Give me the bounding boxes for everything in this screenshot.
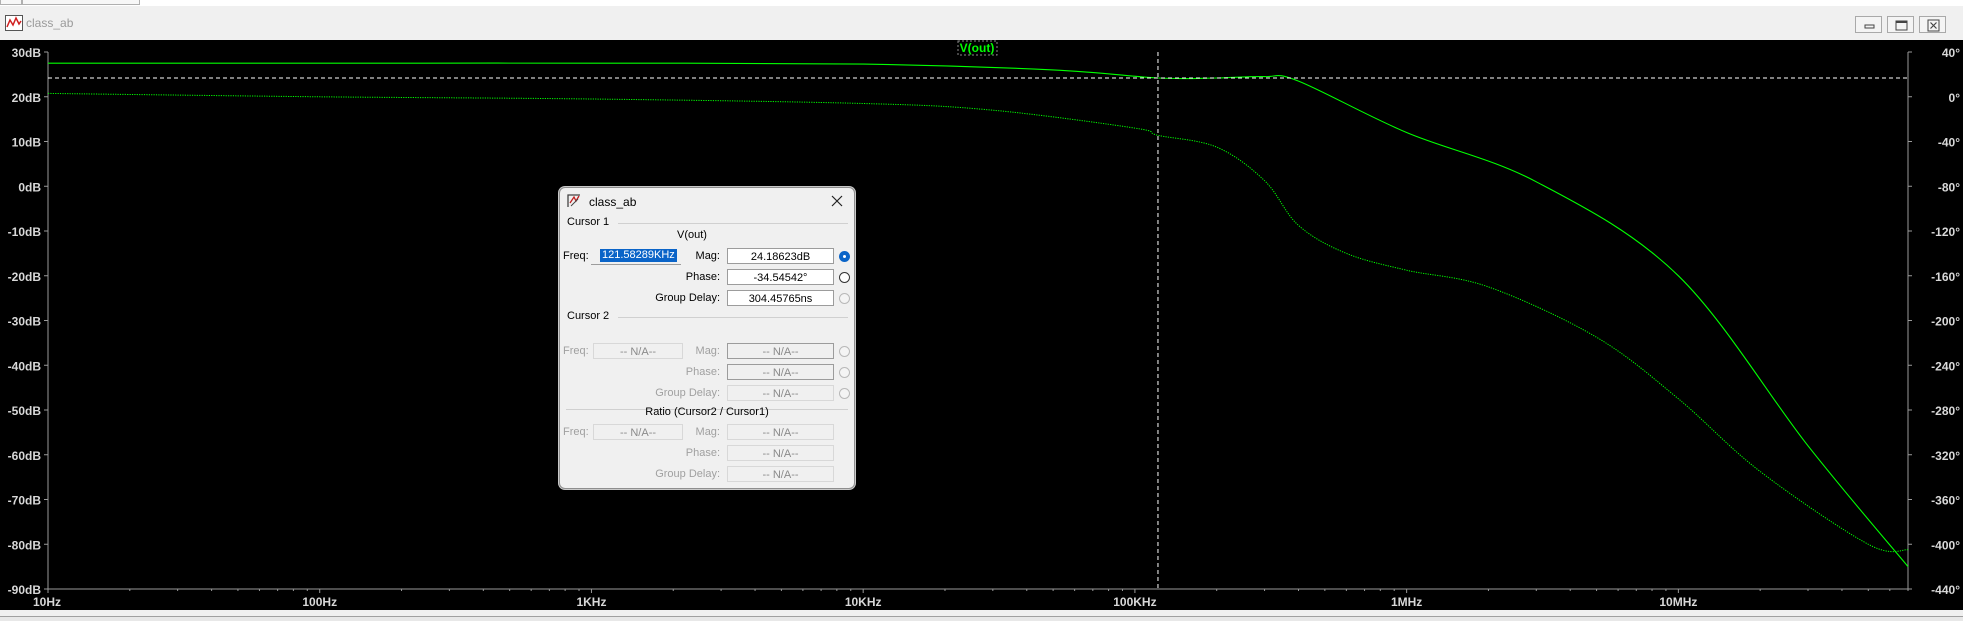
toolbar-tab[interactable]: [0, 0, 22, 5]
y2-tick-label: -160°: [1931, 270, 1960, 284]
cursor2-mag-value: -- N/A--: [727, 343, 834, 359]
y2-tick-label: 0°: [1949, 91, 1961, 105]
y-tick-label: 10dB: [12, 136, 42, 150]
cursor1-trace-name: V(out): [677, 229, 707, 241]
freq-label: Freq:: [563, 345, 589, 357]
x-tick-label: 10Hz: [33, 595, 61, 609]
cursor2-phase-radio[interactable]: [839, 367, 850, 378]
cursor1-mag-value[interactable]: 24.18623dB: [727, 248, 834, 264]
cursor1-gd-value[interactable]: 304.45765ns: [727, 290, 834, 306]
mag-label: Mag:: [695, 250, 720, 262]
x-tick-label: 1KHz: [576, 595, 606, 609]
y-tick-label: -40dB: [8, 359, 42, 373]
cursor2-freq-value: -- N/A--: [593, 343, 683, 359]
cursor2-gd-radio[interactable]: [839, 388, 850, 399]
window-bottom-border: [0, 616, 1963, 621]
ratio-mag-value: -- N/A--: [727, 424, 834, 440]
mag-label: Mag:: [695, 426, 720, 438]
x-tick-label: 10KHz: [845, 595, 882, 609]
y2-tick-label: -320°: [1931, 449, 1960, 463]
y2-tick-label: -80°: [1938, 180, 1960, 194]
freq-label: Freq:: [563, 250, 589, 262]
phase-label: Phase:: [685, 271, 720, 283]
y-tick-label: -80dB: [8, 538, 42, 552]
x-tick-label: 100KHz: [1113, 595, 1156, 609]
y2-tick-label: -400°: [1931, 538, 1960, 552]
y2-tick-label: -240°: [1931, 359, 1960, 373]
maximize-button[interactable]: [1887, 16, 1914, 33]
toolbar-tab[interactable]: [22, 0, 140, 5]
y2-tick-label: -120°: [1931, 225, 1960, 239]
cursor1-mag-radio[interactable]: [839, 251, 850, 262]
close-icon[interactable]: [828, 192, 846, 210]
divider: [618, 317, 848, 318]
cursor1-gd-radio[interactable]: [839, 293, 850, 304]
cursor-dialog[interactable]: class_ab Cursor 1 V(out) Freq: 121.58289…: [559, 187, 855, 489]
cursor1-phase-value[interactable]: -34.54542°: [727, 269, 834, 285]
y2-tick-label: 40°: [1942, 46, 1960, 60]
plot-area[interactable]: 30dB 20dB 10dB 0dB -10dB -20dB -30dB -40dB -50dB…: [0, 40, 1963, 610]
divider: [618, 223, 848, 224]
ratio-gd-value: -- N/A--: [727, 466, 834, 482]
freq-label: Freq:: [563, 426, 589, 438]
dialog-title: class_ab: [589, 195, 637, 209]
y2-tick-label: -200°: [1931, 315, 1960, 329]
ratio-phase-value: -- N/A--: [727, 445, 834, 461]
bode-plot[interactable]: 30dB 20dB 10dB 0dB -10dB -20dB -30dB -40dB -50dB…: [0, 40, 1963, 610]
minimize-icon: [1864, 24, 1875, 29]
cursor-probe-icon: [567, 194, 580, 207]
y-tick-label: 0dB: [18, 180, 41, 194]
y-tick-label: -30dB: [8, 315, 42, 329]
y2-tick-label: -280°: [1931, 404, 1960, 418]
cursor1-phase-radio[interactable]: [839, 272, 850, 283]
y2-tick-label: -360°: [1931, 494, 1960, 508]
group-delay-label: Group Delay:: [655, 292, 720, 304]
x-tick-label: 10MHz: [1659, 595, 1697, 609]
x-tick-label: 100Hz: [302, 595, 337, 609]
phase-label: Phase:: [685, 366, 720, 378]
close-icon: [1927, 19, 1940, 32]
group-delay-label: Group Delay:: [655, 468, 720, 480]
cursor2-heading: Cursor 2: [567, 310, 610, 322]
y-tick-label: 20dB: [12, 91, 42, 105]
y-tick-label: -50dB: [8, 404, 42, 418]
trace-label[interactable]: V(out): [960, 41, 995, 55]
phase-label: Phase:: [685, 447, 720, 459]
y-tick-label: -70dB: [8, 494, 42, 508]
waveform-app-icon: [5, 15, 23, 31]
x-tick-label: 1MHz: [1391, 595, 1422, 609]
close-button[interactable]: [1919, 16, 1946, 33]
cursor2-gd-value: -- N/A--: [727, 385, 834, 401]
cursor1-heading: Cursor 1: [567, 216, 610, 228]
window-title: class_ab: [26, 16, 74, 30]
y-tick-label: -10dB: [8, 225, 42, 239]
y-tick-label: -20dB: [8, 270, 42, 284]
cursor2-mag-radio[interactable]: [839, 346, 850, 357]
cursor1-freq-field[interactable]: 121.58289KHz: [591, 248, 681, 265]
cursor2-phase-value: -- N/A--: [727, 364, 834, 380]
title-bar: class_ab: [0, 6, 1963, 40]
group-delay-label: Group Delay:: [655, 387, 720, 399]
y-tick-label: 30dB: [12, 46, 42, 60]
y2-tick-label: -440°: [1931, 583, 1960, 597]
ratio-heading: Ratio (Cursor2 / Cursor1): [645, 406, 769, 418]
mag-label: Mag:: [695, 345, 720, 357]
cursor1-freq-value[interactable]: 121.58289KHz: [600, 249, 677, 262]
plot-window: class_ab 30dB 20dB 10dB 0dB -10dB -20dB -30dB -…: [0, 6, 1963, 621]
y-tick-label: -60dB: [8, 449, 42, 463]
y2-tick-label: -40°: [1938, 136, 1960, 150]
ratio-freq-value: -- N/A--: [593, 424, 683, 440]
maximize-icon: [1895, 20, 1908, 31]
minimize-button[interactable]: [1855, 16, 1882, 33]
